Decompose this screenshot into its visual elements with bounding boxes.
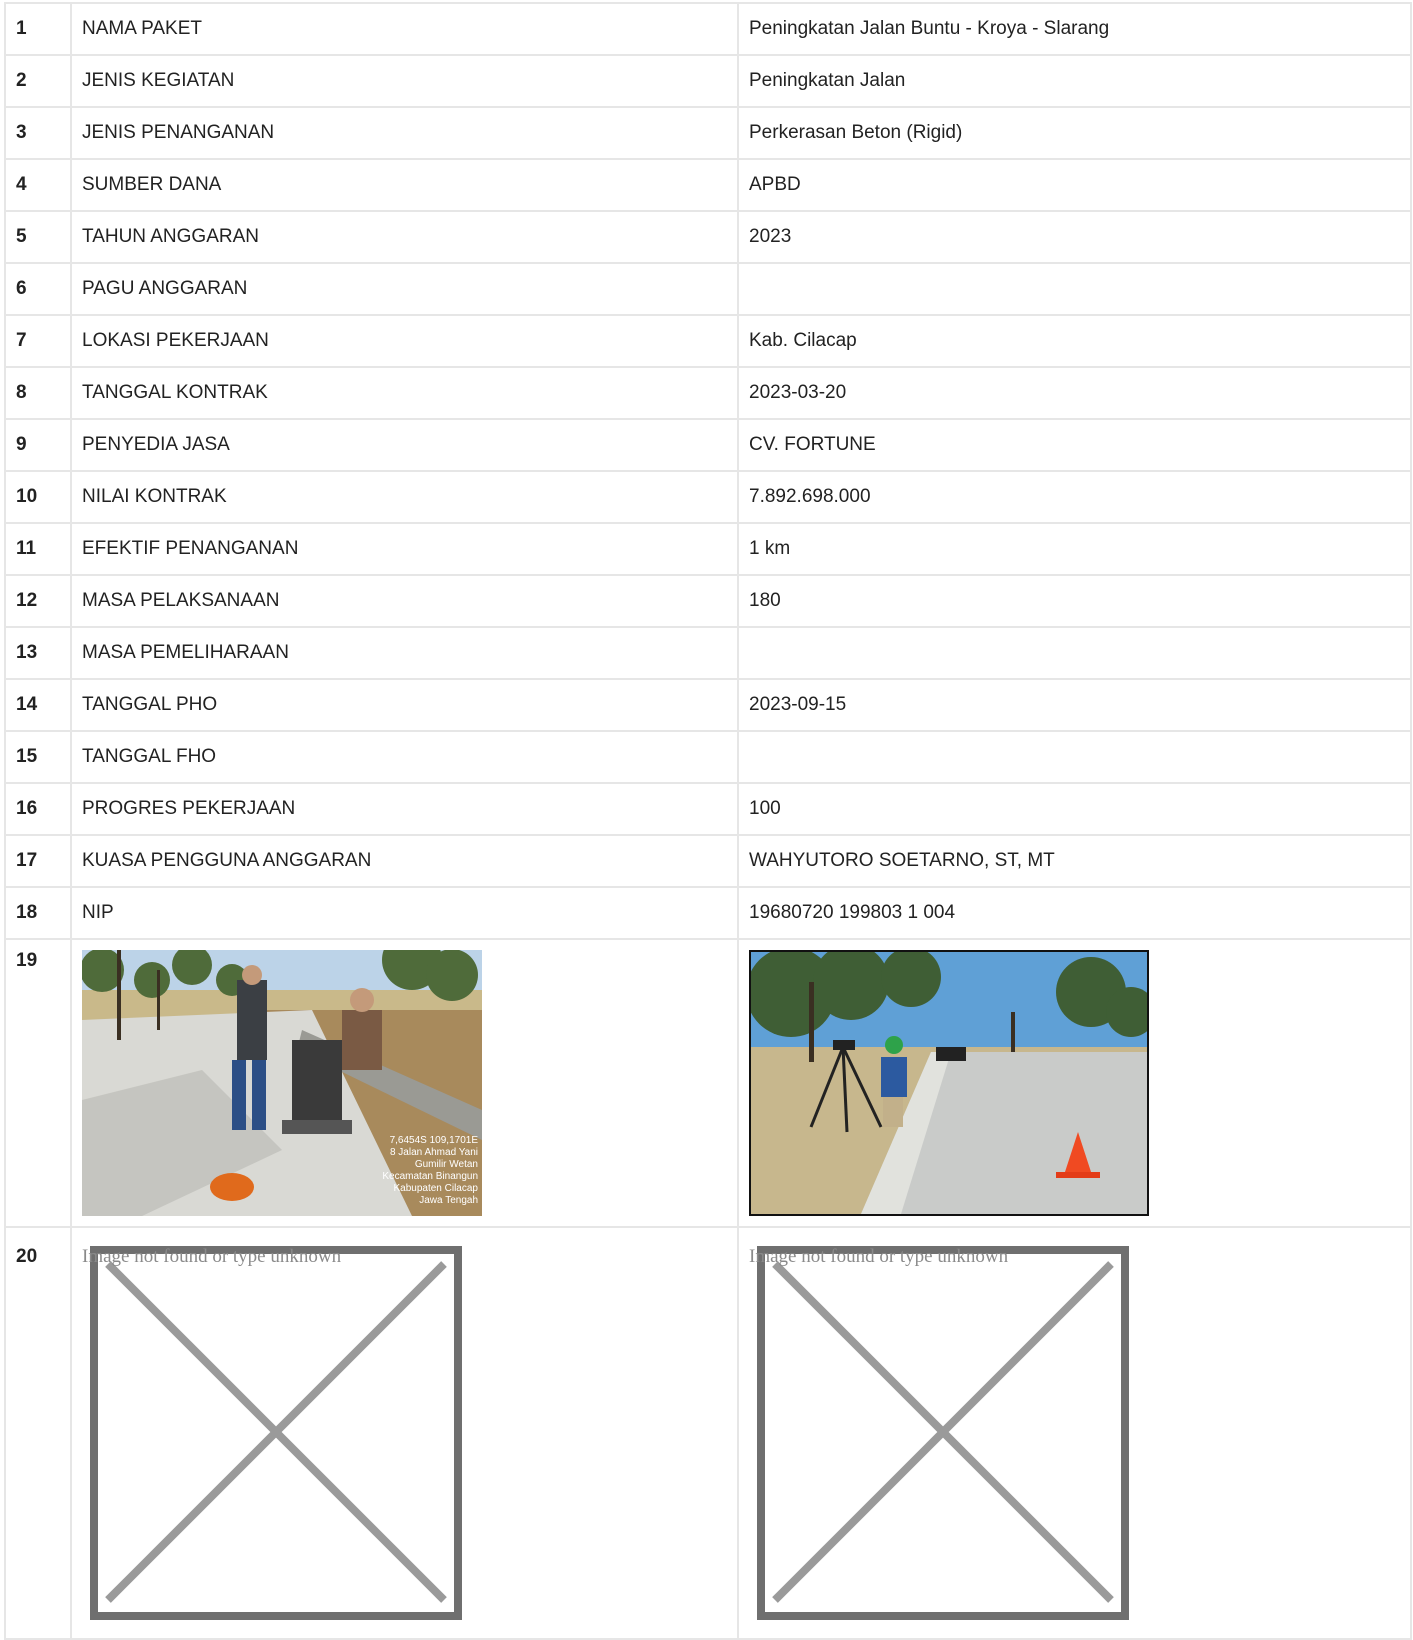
project-info-table: 1 NAMA PAKET Peningkatan Jalan Buntu - K… (4, 2, 1412, 1640)
info-row: 11 EFEKTIF PENANGANAN 1 km (4, 522, 1412, 576)
row-number: 4 (4, 158, 72, 212)
info-row: 17 KUASA PENGGUNA ANGGARAN WAHYUTORO SOE… (4, 834, 1412, 888)
photo-caption-line: Gumilir Wetan (415, 1159, 478, 1170)
row-label: TAHUN ANGGARAN (70, 210, 739, 264)
row-number: 2 (4, 54, 72, 108)
info-row: 12 MASA PELAKSANAAN 180 (4, 574, 1412, 628)
row-label: TANGGAL FHO (70, 730, 739, 784)
info-row: 6 PAGU ANGGARAN (4, 262, 1412, 316)
broken-image-2: Image not found or type unknown (749, 1246, 1149, 1636)
row-number: 11 (4, 522, 72, 576)
info-row: 13 MASA PEMELIHARAAN (4, 626, 1412, 680)
row-value: APBD (737, 158, 1412, 212)
info-row: 18 NIP 19680720 199803 1 004 (4, 886, 1412, 940)
image-alt-text: Image not found or type unknown (82, 1246, 342, 1267)
missing-image-row: 20 Image not found or type unknown Image… (4, 1226, 1412, 1640)
row-label: TANGGAL KONTRAK (70, 366, 739, 420)
row-label: TANGGAL PHO (70, 678, 739, 732)
info-row: 8 TANGGAL KONTRAK 2023-03-20 (4, 366, 1412, 420)
image-alt-text: Image not found or type unknown (749, 1246, 1009, 1267)
row-label: PAGU ANGGARAN (70, 262, 739, 316)
broken-image-icon (757, 1246, 1129, 1620)
photo-caption-line: Jawa Tengah (419, 1195, 478, 1206)
row-number: 1 (4, 2, 72, 56)
row-label: LOKASI PEKERJAAN (70, 314, 739, 368)
row-value: Perkerasan Beton (Rigid) (737, 106, 1412, 160)
row-value (737, 730, 1412, 784)
info-row: 14 TANGGAL PHO 2023-09-15 (4, 678, 1412, 732)
row-value: WAHYUTORO SOETARNO, ST, MT (737, 834, 1412, 888)
row-label: PENYEDIA JASA (70, 418, 739, 472)
row-number: 15 (4, 730, 72, 784)
row-number: 16 (4, 782, 72, 836)
missing-cell-2: Image not found or type unknown (737, 1226, 1412, 1640)
row-number: 10 (4, 470, 72, 524)
row-number: 13 (4, 626, 72, 680)
row-label: NIP (70, 886, 739, 940)
row-number: 8 (4, 366, 72, 420)
photo-caption-line: 8 Jalan Ahmad Yani (390, 1147, 478, 1158)
missing-cell-1: Image not found or type unknown (70, 1226, 739, 1640)
row-value: 1 km (737, 522, 1412, 576)
info-row: 10 NILAI KONTRAK 7.892.698.000 (4, 470, 1412, 524)
info-row: 3 JENIS PENANGANAN Perkerasan Beton (Rig… (4, 106, 1412, 160)
row-label: JENIS PENANGANAN (70, 106, 739, 160)
row-value: 180 (737, 574, 1412, 628)
row-number: 18 (4, 886, 72, 940)
row-value (737, 626, 1412, 680)
photo-cell-2 (737, 938, 1412, 1228)
broken-image-1: Image not found or type unknown (82, 1246, 482, 1636)
row-value: 2023-03-20 (737, 366, 1412, 420)
row-value: 2023-09-15 (737, 678, 1412, 732)
row-value (737, 262, 1412, 316)
row-number: 6 (4, 262, 72, 316)
row-label: EFEKTIF PENANGANAN (70, 522, 739, 576)
row-number: 5 (4, 210, 72, 264)
info-row: 5 TAHUN ANGGARAN 2023 (4, 210, 1412, 264)
info-row: 2 JENIS KEGIATAN Peningkatan Jalan (4, 54, 1412, 108)
info-row: 15 TANGGAL FHO (4, 730, 1412, 784)
row-number: 9 (4, 418, 72, 472)
info-row: 9 PENYEDIA JASA CV. FORTUNE (4, 418, 1412, 472)
row-label: NILAI KONTRAK (70, 470, 739, 524)
row-value: 19680720 199803 1 004 (737, 886, 1412, 940)
photo-cell-1: 7,6454S 109,1701E 8 Jalan Ahmad Yani Gumil… (70, 938, 739, 1228)
row-value: Peningkatan Jalan Buntu - Kroya - Slaran… (737, 2, 1412, 56)
row-label: JENIS KEGIATAN (70, 54, 739, 108)
info-row: 1 NAMA PAKET Peningkatan Jalan Buntu - K… (4, 2, 1412, 56)
row-number: 19 (4, 938, 72, 1228)
row-value: Peningkatan Jalan (737, 54, 1412, 108)
row-value: 100 (737, 782, 1412, 836)
row-value: 7.892.698.000 (737, 470, 1412, 524)
row-label: PROGRES PEKERJAAN (70, 782, 739, 836)
row-label: MASA PELAKSANAAN (70, 574, 739, 628)
row-value: CV. FORTUNE (737, 418, 1412, 472)
road-work-photo-1: 7,6454S 109,1701E 8 Jalan Ahmad Yani Gumil… (82, 950, 482, 1216)
broken-image-icon (90, 1246, 462, 1620)
info-row: 7 LOKASI PEKERJAAN Kab. Cilacap (4, 314, 1412, 368)
row-value: 2023 (737, 210, 1412, 264)
photo-caption-line: Kecamatan Binangun (382, 1171, 478, 1182)
photo-row: 19 7,6454S 109,1701E 8 Jalan Ahmad Yani … (4, 938, 1412, 1228)
row-number: 20 (4, 1226, 72, 1640)
project-info-body: 1 NAMA PAKET Peningkatan Jalan Buntu - K… (4, 2, 1412, 1640)
road-survey-photo-2 (749, 950, 1149, 1216)
info-row: 16 PROGRES PEKERJAAN 100 (4, 782, 1412, 836)
row-number: 14 (4, 678, 72, 732)
row-number: 17 (4, 834, 72, 888)
row-label: SUMBER DANA (70, 158, 739, 212)
row-number: 7 (4, 314, 72, 368)
row-number: 12 (4, 574, 72, 628)
row-value: Kab. Cilacap (737, 314, 1412, 368)
row-number: 3 (4, 106, 72, 160)
row-label: NAMA PAKET (70, 2, 739, 56)
row-label: KUASA PENGGUNA ANGGARAN (70, 834, 739, 888)
photo-caption-line: 7,6454S 109,1701E (390, 1135, 479, 1146)
info-row: 4 SUMBER DANA APBD (4, 158, 1412, 212)
row-label: MASA PEMELIHARAAN (70, 626, 739, 680)
photo-caption-line: Kabupaten Cilacap (393, 1183, 478, 1194)
